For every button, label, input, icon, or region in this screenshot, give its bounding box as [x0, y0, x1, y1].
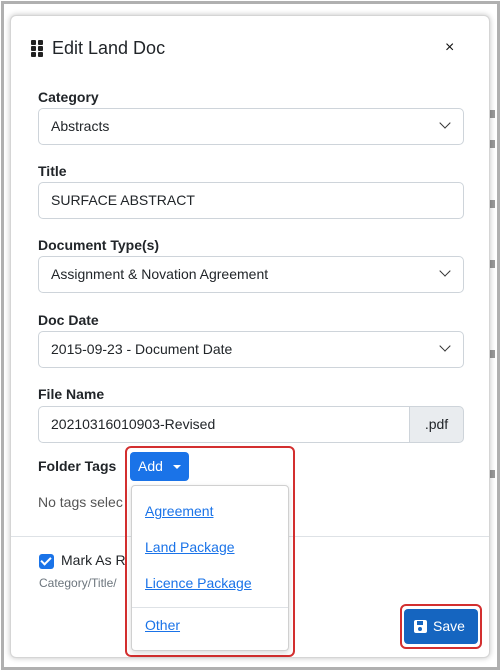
mark-as-sublabel: Category/Title/ — [39, 576, 117, 590]
file-name-label: File Name — [38, 386, 105, 402]
file-name-value: 20210316010903-Revised — [51, 416, 216, 432]
mark-as-label: Mark As R — [61, 552, 126, 568]
doc-date-select[interactable]: 2015-09-23 - Document Date — [38, 331, 464, 368]
title-input[interactable]: SURFACE ABSTRACT — [38, 182, 464, 219]
chevron-down-icon — [439, 340, 451, 352]
folder-tags-label: Folder Tags — [38, 458, 117, 474]
title-value: SURFACE ABSTRACT — [51, 192, 195, 208]
save-label: Save — [433, 618, 465, 634]
menu-item-agreement[interactable]: Agreement — [145, 503, 213, 519]
menu-divider — [132, 607, 288, 608]
modal-header: Edit Land Doc × — [11, 16, 489, 80]
save-button[interactable]: Save — [404, 609, 478, 644]
file-extension: .pdf — [409, 406, 464, 443]
add-tag-label: Add — [138, 458, 163, 474]
menu-item-other[interactable]: Other — [145, 617, 180, 633]
modal-title: Edit Land Doc — [52, 38, 166, 58]
document-type-value: Assignment & Novation Agreement — [51, 266, 269, 282]
menu-item-licence-package[interactable]: Licence Package — [145, 575, 252, 591]
document-type-label: Document Type(s) — [38, 237, 160, 253]
drag-handle-icon[interactable] — [31, 40, 45, 58]
category-value: Abstracts — [51, 118, 110, 134]
file-name-input[interactable]: 20210316010903-Revised — [38, 406, 409, 443]
caret-down-icon — [173, 465, 181, 469]
background-edge — [490, 100, 496, 580]
add-tag-button[interactable]: Add — [130, 452, 189, 481]
title-label: Title — [38, 163, 67, 179]
menu-item-land-package[interactable]: Land Package — [145, 539, 235, 555]
chevron-down-icon — [439, 265, 451, 277]
no-tags-text: No tags selec — [38, 494, 123, 510]
category-select[interactable]: Abstracts — [38, 108, 464, 145]
floppy-disk-icon — [414, 620, 427, 633]
doc-date-label: Doc Date — [38, 312, 99, 328]
doc-date-value: 2015-09-23 - Document Date — [51, 341, 233, 357]
document-type-select[interactable]: Assignment & Novation Agreement — [38, 256, 464, 293]
chevron-down-icon — [439, 117, 451, 129]
close-icon[interactable]: × — [445, 40, 454, 56]
category-label: Category — [38, 89, 99, 105]
tag-dropdown-menu: Agreement Land Package Licence Package O… — [131, 485, 289, 651]
mark-as-checkbox[interactable] — [39, 554, 54, 569]
